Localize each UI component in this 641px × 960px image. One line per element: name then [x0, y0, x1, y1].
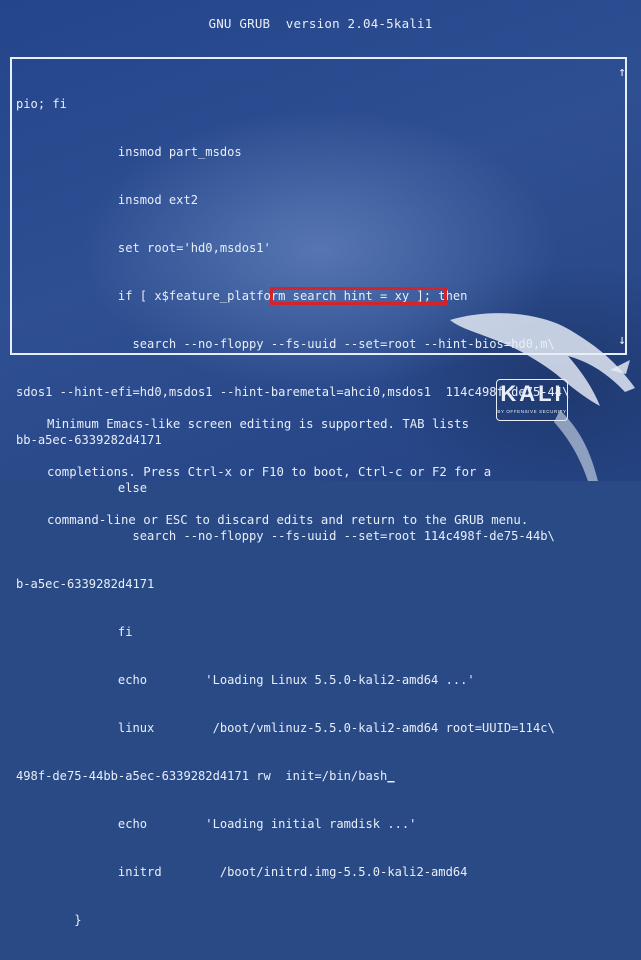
code-line[interactable]: insmod part_msdos: [16, 144, 621, 160]
help-line: command-line or ESC to discard edits and…: [47, 513, 529, 527]
code-line[interactable]: fi: [16, 624, 621, 640]
init-bash-highlight-box: [270, 287, 447, 305]
scroll-down-icon: ↓: [618, 333, 626, 348]
code-line[interactable]: search --no-floppy --fs-uuid --set=root …: [16, 336, 621, 352]
kali-logo-tagline: BY OFFENSIVE SECURITY: [497, 409, 567, 414]
editing-help-text: Minimum Emacs-like screen editing is sup…: [47, 384, 528, 544]
code-line[interactable]: linux /boot/vmlinuz-5.5.0-kali2-amd64 ro…: [16, 720, 621, 736]
current-line-text[interactable]: 498f-de75-44bb-a5ec-6339282d4171 rw init…: [16, 769, 387, 783]
help-line: Minimum Emacs-like screen editing is sup…: [47, 417, 469, 431]
kali-logo: KALI BY OFFENSIVE SECURITY: [496, 379, 568, 421]
grub-version-title: GNU GRUB version 2.04-5kali1: [208, 16, 433, 31]
code-line[interactable]: initrd /boot/initrd.img-5.5.0-kali2-amd6…: [16, 864, 621, 880]
code-line[interactable]: b-a5ec-6339282d4171: [16, 576, 621, 592]
code-line-current[interactable]: 498f-de75-44bb-a5ec-6339282d4171 rw init…: [16, 768, 621, 784]
code-line[interactable]: }: [16, 912, 621, 928]
code-line[interactable]: echo 'Loading initial ramdisk ...': [16, 816, 621, 832]
code-line[interactable]: insmod ext2: [16, 192, 621, 208]
grub-edit-area[interactable]: pio; fi insmod part_msdos insmod ext2 se…: [10, 57, 627, 927]
code-line[interactable]: echo 'Loading Linux 5.5.0-kali2-amd64 ..…: [16, 672, 621, 688]
kali-logo-text: KALI: [500, 381, 564, 406]
code-line[interactable]: set root='hd0,msdos1': [16, 240, 621, 256]
scroll-up-icon: ↑: [618, 65, 626, 80]
code-line[interactable]: pio; fi: [16, 96, 621, 112]
text-cursor: _: [387, 769, 395, 783]
help-line: completions. Press Ctrl-x or F10 to boot…: [47, 465, 492, 479]
